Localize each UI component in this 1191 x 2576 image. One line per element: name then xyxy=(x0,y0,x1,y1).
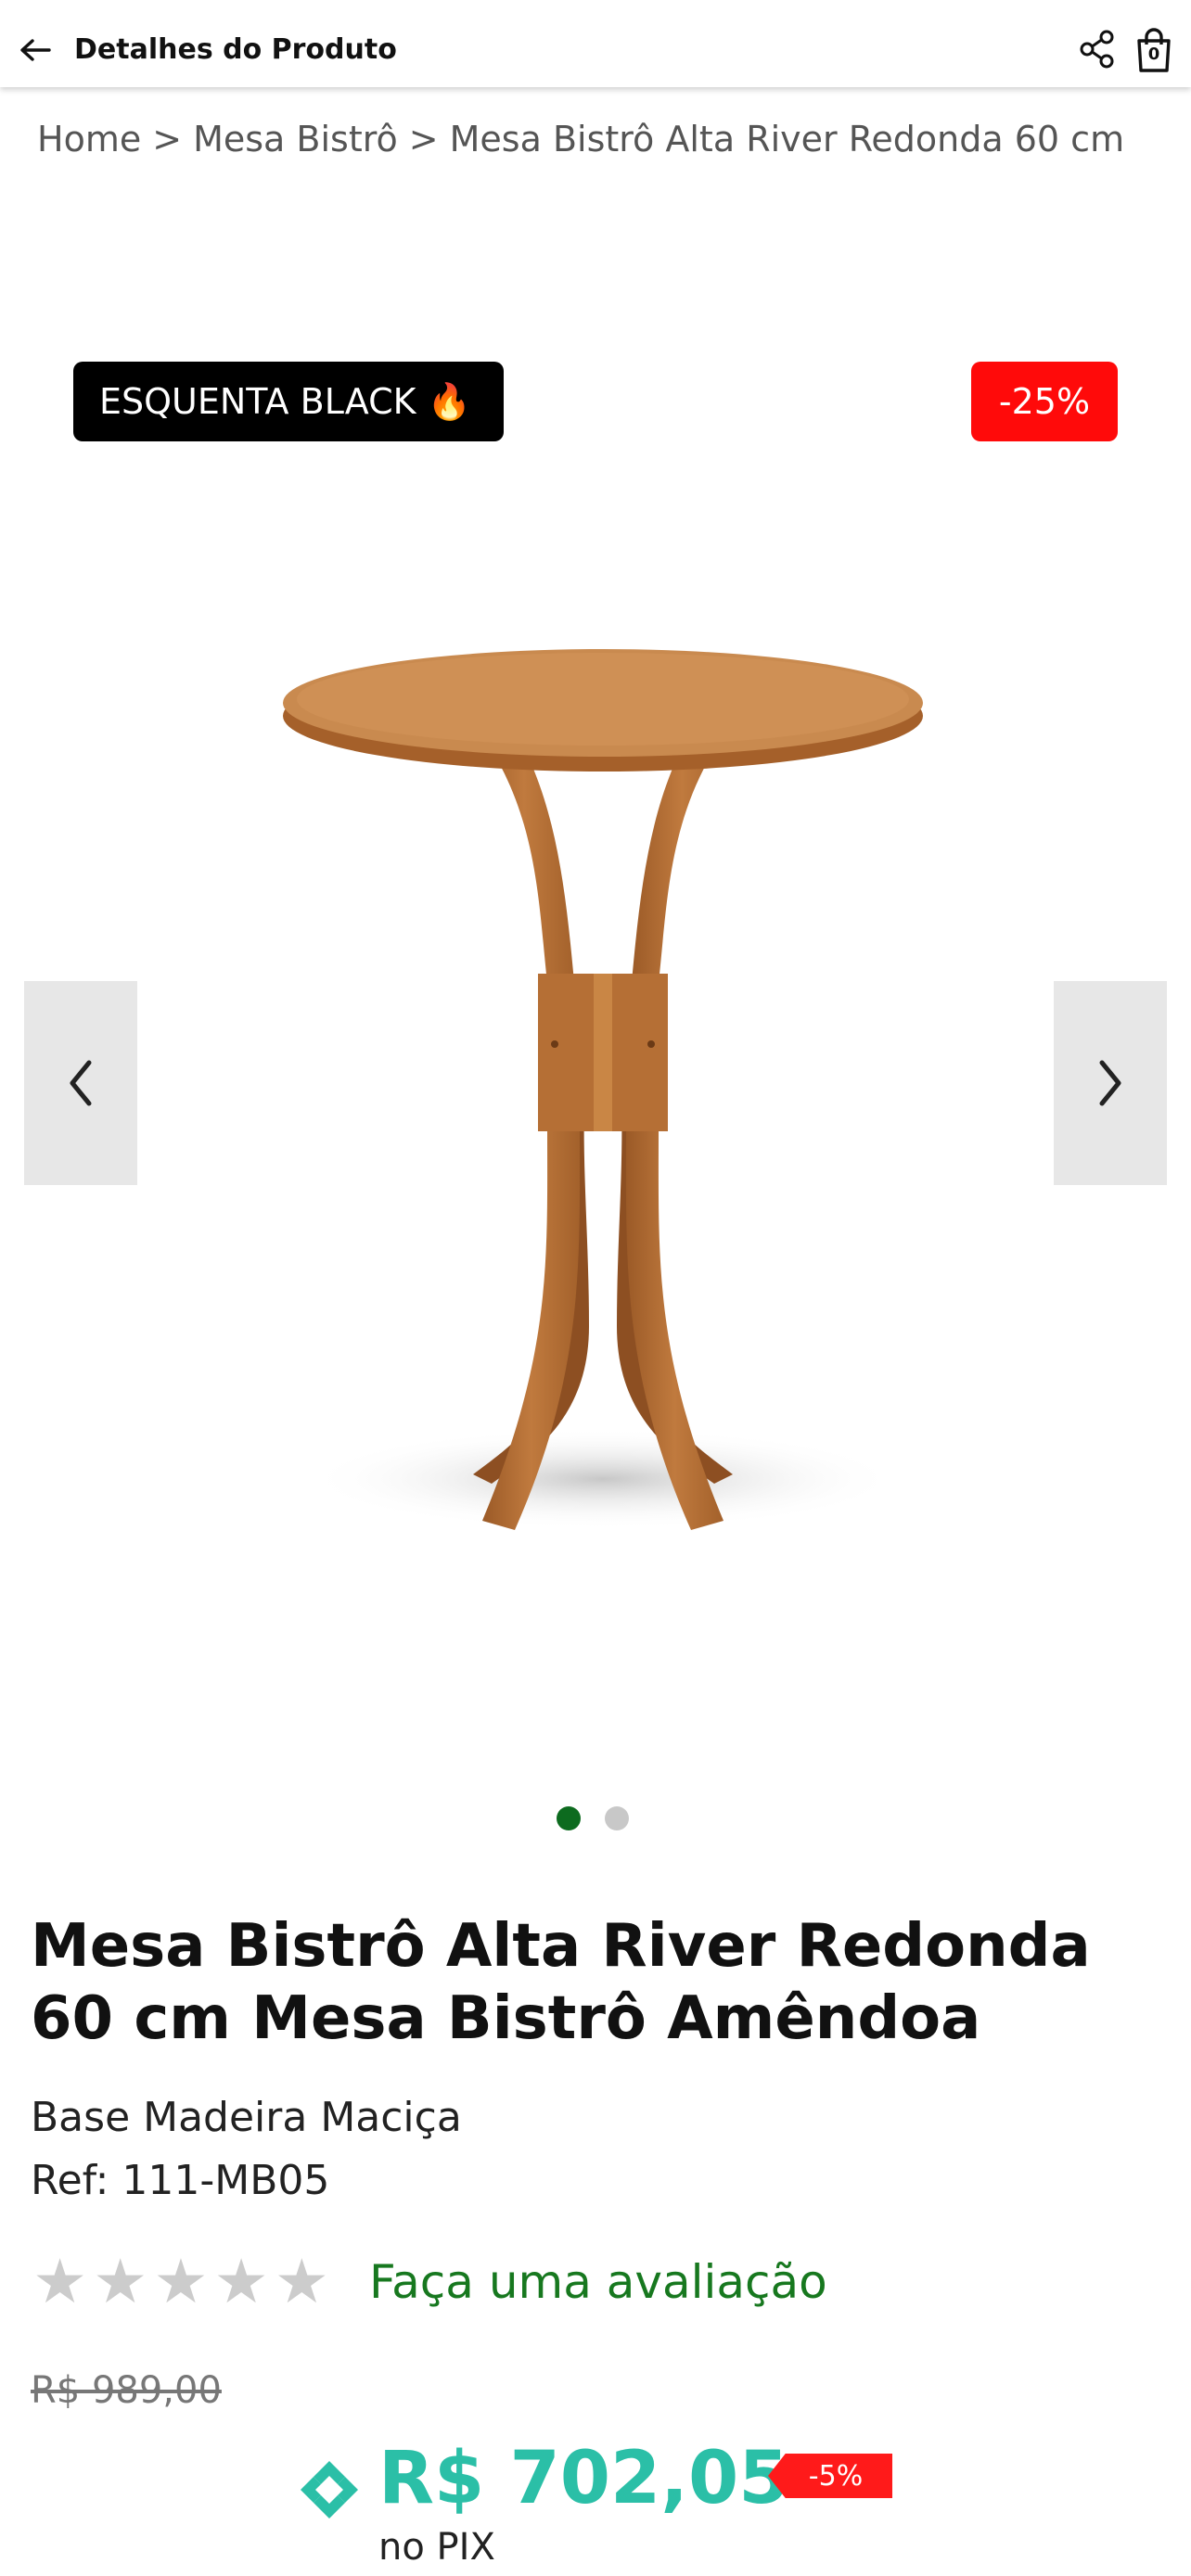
chevron-right-icon xyxy=(1099,1060,1121,1106)
gallery-dot-1[interactable] xyxy=(557,1806,581,1830)
breadcrumb-separator: > xyxy=(152,119,183,159)
product-subtitle: Base Madeira Maciça xyxy=(31,2094,462,2141)
product-title: Mesa Bistrô Alta River Redonda 60 cm Mes… xyxy=(31,1912,1091,2053)
gallery-prev-button[interactable] xyxy=(24,981,137,1185)
breadcrumb-category[interactable]: Mesa Bistrô xyxy=(193,119,398,159)
write-review-link[interactable]: Faça uma avaliação xyxy=(369,2255,827,2309)
rating-stars[interactable]: ★ ★ ★ ★ ★ xyxy=(32,2250,329,2315)
top-bar: Detalhes do Produto 0 xyxy=(0,0,1191,87)
page-title: Detalhes do Produto xyxy=(74,33,397,66)
product-ref: Ref: 111-MB05 xyxy=(31,2157,330,2204)
breadcrumb-current[interactable]: Mesa Bistrô Alta River Redonda 60 cm xyxy=(450,119,1124,159)
star-icon: ★ xyxy=(93,2246,148,2317)
share-button[interactable] xyxy=(1078,30,1117,69)
back-button[interactable] xyxy=(17,32,54,69)
discount-badge: -25% xyxy=(971,362,1118,441)
breadcrumb: Home > Mesa Bistrô > Mesa Bistrô Alta River … xyxy=(37,119,1124,159)
cart-button[interactable]: 0 xyxy=(1133,28,1174,72)
arrow-left-icon xyxy=(20,39,51,61)
pix-label: no PIX xyxy=(378,2526,495,2569)
pix-discount-badge: -5% xyxy=(768,2454,892,2498)
star-icon: ★ xyxy=(153,2246,209,2317)
cart-count: 0 xyxy=(1147,45,1160,64)
star-icon: ★ xyxy=(213,2246,269,2317)
share-icon xyxy=(1080,30,1114,69)
star-icon: ★ xyxy=(274,2246,329,2317)
star-icon: ★ xyxy=(32,2246,88,2317)
breadcrumb-home[interactable]: Home xyxy=(37,119,141,159)
pix-price: R$ 702,05 xyxy=(378,2437,789,2520)
chevron-left-icon xyxy=(70,1060,92,1106)
breadcrumb-separator: > xyxy=(408,119,439,159)
gallery-dots xyxy=(557,1806,629,1830)
gallery-next-button[interactable] xyxy=(1054,981,1167,1185)
product-image xyxy=(283,649,923,1530)
gallery-dot-2[interactable] xyxy=(605,1806,629,1830)
old-price: R$ 989,00 xyxy=(31,2369,222,2412)
pix-icon xyxy=(301,2461,358,2519)
promo-badge: ESQUENTA BLACK 🔥 xyxy=(73,362,504,441)
